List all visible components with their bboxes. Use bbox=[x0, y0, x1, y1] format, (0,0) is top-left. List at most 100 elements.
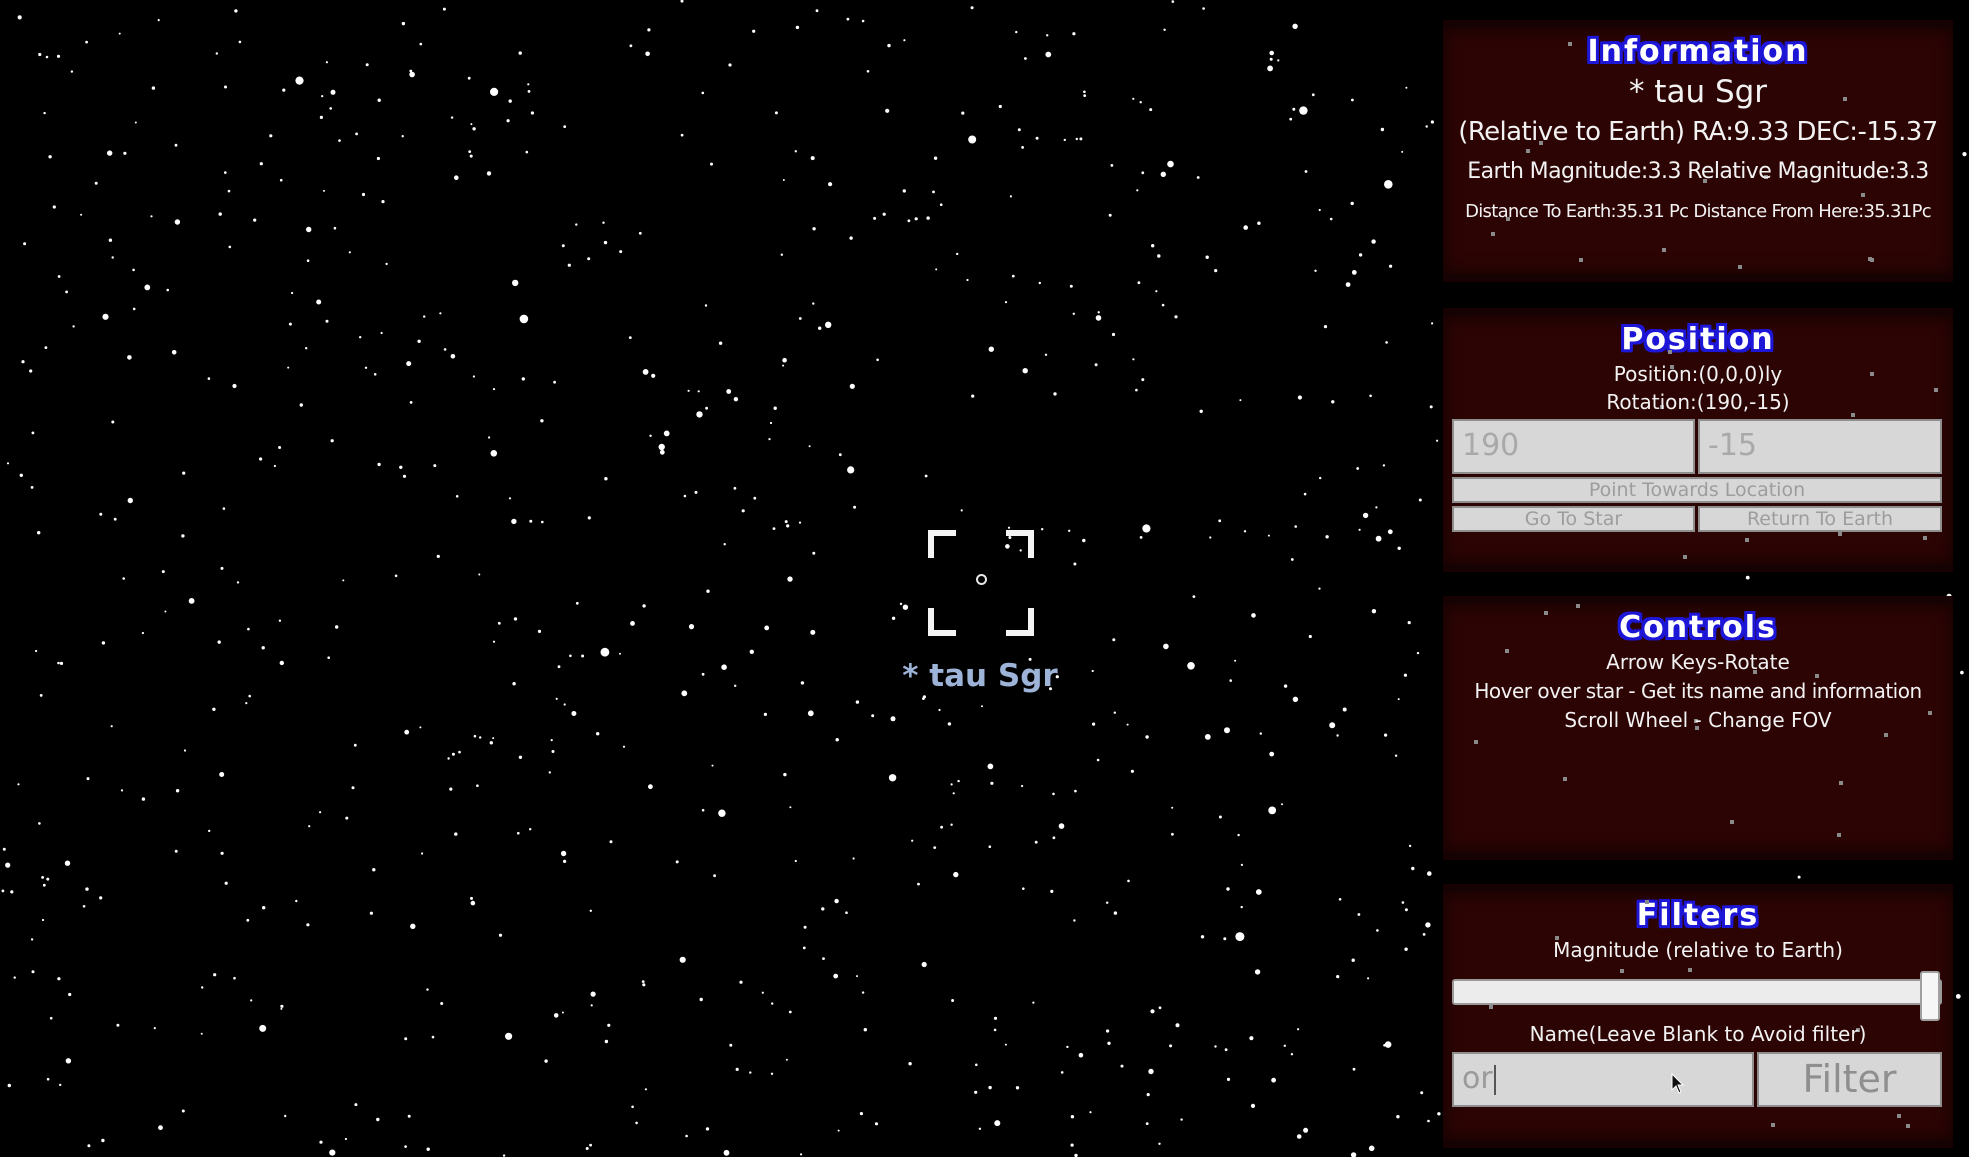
star[interactable] bbox=[288, 322, 292, 326]
star[interactable] bbox=[338, 139, 341, 142]
star[interactable] bbox=[763, 712, 768, 717]
star[interactable] bbox=[861, 19, 865, 23]
star[interactable] bbox=[174, 849, 178, 853]
star[interactable] bbox=[630, 621, 635, 626]
star[interactable] bbox=[825, 321, 832, 328]
star[interactable] bbox=[321, 95, 324, 98]
star[interactable] bbox=[1960, 670, 1964, 675]
star[interactable] bbox=[65, 1058, 72, 1064]
star[interactable] bbox=[85, 40, 88, 44]
star[interactable] bbox=[1175, 1023, 1180, 1028]
star[interactable] bbox=[1237, 833, 1240, 837]
star[interactable] bbox=[1342, 707, 1347, 712]
star[interactable] bbox=[768, 438, 771, 441]
rotation-x-input[interactable]: 190 bbox=[1452, 419, 1695, 474]
star[interactable] bbox=[1408, 844, 1412, 848]
star[interactable] bbox=[85, 887, 89, 891]
star[interactable] bbox=[1271, 1077, 1276, 1083]
star[interactable] bbox=[1292, 107, 1296, 111]
star[interactable] bbox=[1146, 1093, 1150, 1097]
star[interactable] bbox=[1235, 932, 1245, 942]
star[interactable] bbox=[694, 490, 698, 494]
star[interactable] bbox=[647, 28, 651, 32]
star[interactable] bbox=[1394, 754, 1398, 757]
star[interactable] bbox=[978, 1127, 982, 1131]
star[interactable] bbox=[1243, 530, 1247, 533]
star[interactable] bbox=[361, 192, 366, 197]
star[interactable] bbox=[1308, 634, 1312, 639]
star[interactable] bbox=[527, 83, 530, 86]
star[interactable] bbox=[1292, 696, 1299, 702]
star[interactable] bbox=[561, 244, 565, 248]
star[interactable] bbox=[330, 89, 336, 95]
star[interactable] bbox=[46, 1077, 50, 1081]
star[interactable] bbox=[1052, 836, 1056, 840]
star[interactable] bbox=[377, 462, 381, 467]
star[interactable] bbox=[45, 55, 49, 59]
star[interactable] bbox=[1427, 1119, 1430, 1123]
star[interactable] bbox=[401, 21, 406, 26]
star[interactable] bbox=[1046, 34, 1049, 37]
star[interactable] bbox=[508, 497, 512, 500]
star[interactable] bbox=[771, 1002, 774, 1005]
star[interactable] bbox=[1136, 189, 1139, 192]
star[interactable] bbox=[1120, 1064, 1124, 1068]
star[interactable] bbox=[1358, 253, 1363, 257]
star[interactable] bbox=[1367, 977, 1370, 980]
star[interactable] bbox=[404, 729, 410, 735]
star[interactable] bbox=[713, 874, 716, 878]
star[interactable] bbox=[753, 496, 757, 500]
star[interactable] bbox=[1382, 464, 1386, 467]
star[interactable] bbox=[903, 39, 906, 42]
star[interactable] bbox=[560, 850, 567, 857]
star[interactable] bbox=[953, 871, 959, 878]
star[interactable] bbox=[120, 789, 124, 792]
star[interactable] bbox=[735, 1067, 739, 1071]
star[interactable] bbox=[1096, 758, 1100, 762]
star[interactable] bbox=[1132, 97, 1135, 100]
star[interactable] bbox=[1094, 363, 1098, 367]
star[interactable] bbox=[512, 682, 516, 686]
star[interactable] bbox=[548, 771, 551, 774]
star[interactable] bbox=[783, 772, 787, 777]
star[interactable] bbox=[157, 19, 160, 22]
star[interactable] bbox=[219, 772, 225, 777]
star[interactable] bbox=[492, 737, 495, 740]
star[interactable] bbox=[975, 1063, 978, 1067]
star[interactable] bbox=[849, 236, 853, 240]
star[interactable] bbox=[111, 256, 114, 259]
star[interactable] bbox=[373, 373, 377, 376]
star[interactable] bbox=[834, 898, 839, 904]
star[interactable] bbox=[1331, 400, 1335, 404]
star[interactable] bbox=[705, 406, 708, 410]
star[interactable] bbox=[529, 828, 532, 831]
point-towards-location-button[interactable]: Point Towards Location bbox=[1452, 477, 1942, 503]
star[interactable] bbox=[118, 32, 121, 35]
star[interactable] bbox=[1163, 643, 1169, 650]
star[interactable] bbox=[39, 694, 43, 697]
star[interactable] bbox=[876, 358, 879, 362]
star[interactable] bbox=[697, 390, 700, 393]
star[interactable] bbox=[833, 973, 839, 979]
star[interactable] bbox=[1200, 935, 1205, 939]
star[interactable] bbox=[1058, 823, 1065, 829]
star[interactable] bbox=[812, 302, 815, 305]
star[interactable] bbox=[261, 646, 265, 650]
star[interactable] bbox=[511, 518, 517, 525]
star[interactable] bbox=[410, 923, 416, 929]
star[interactable] bbox=[1070, 1115, 1075, 1119]
star[interactable] bbox=[1277, 59, 1280, 62]
star[interactable] bbox=[490, 450, 498, 457]
star[interactable] bbox=[113, 517, 117, 521]
star[interactable] bbox=[407, 1114, 411, 1118]
star[interactable] bbox=[663, 430, 670, 437]
star[interactable] bbox=[940, 825, 943, 829]
star[interactable] bbox=[1015, 30, 1018, 34]
star[interactable] bbox=[433, 464, 437, 468]
star[interactable] bbox=[247, 627, 250, 631]
star[interactable] bbox=[563, 859, 567, 864]
star[interactable] bbox=[458, 750, 461, 754]
star[interactable] bbox=[1083, 94, 1087, 97]
star[interactable] bbox=[1405, 86, 1408, 89]
star[interactable] bbox=[786, 524, 790, 528]
